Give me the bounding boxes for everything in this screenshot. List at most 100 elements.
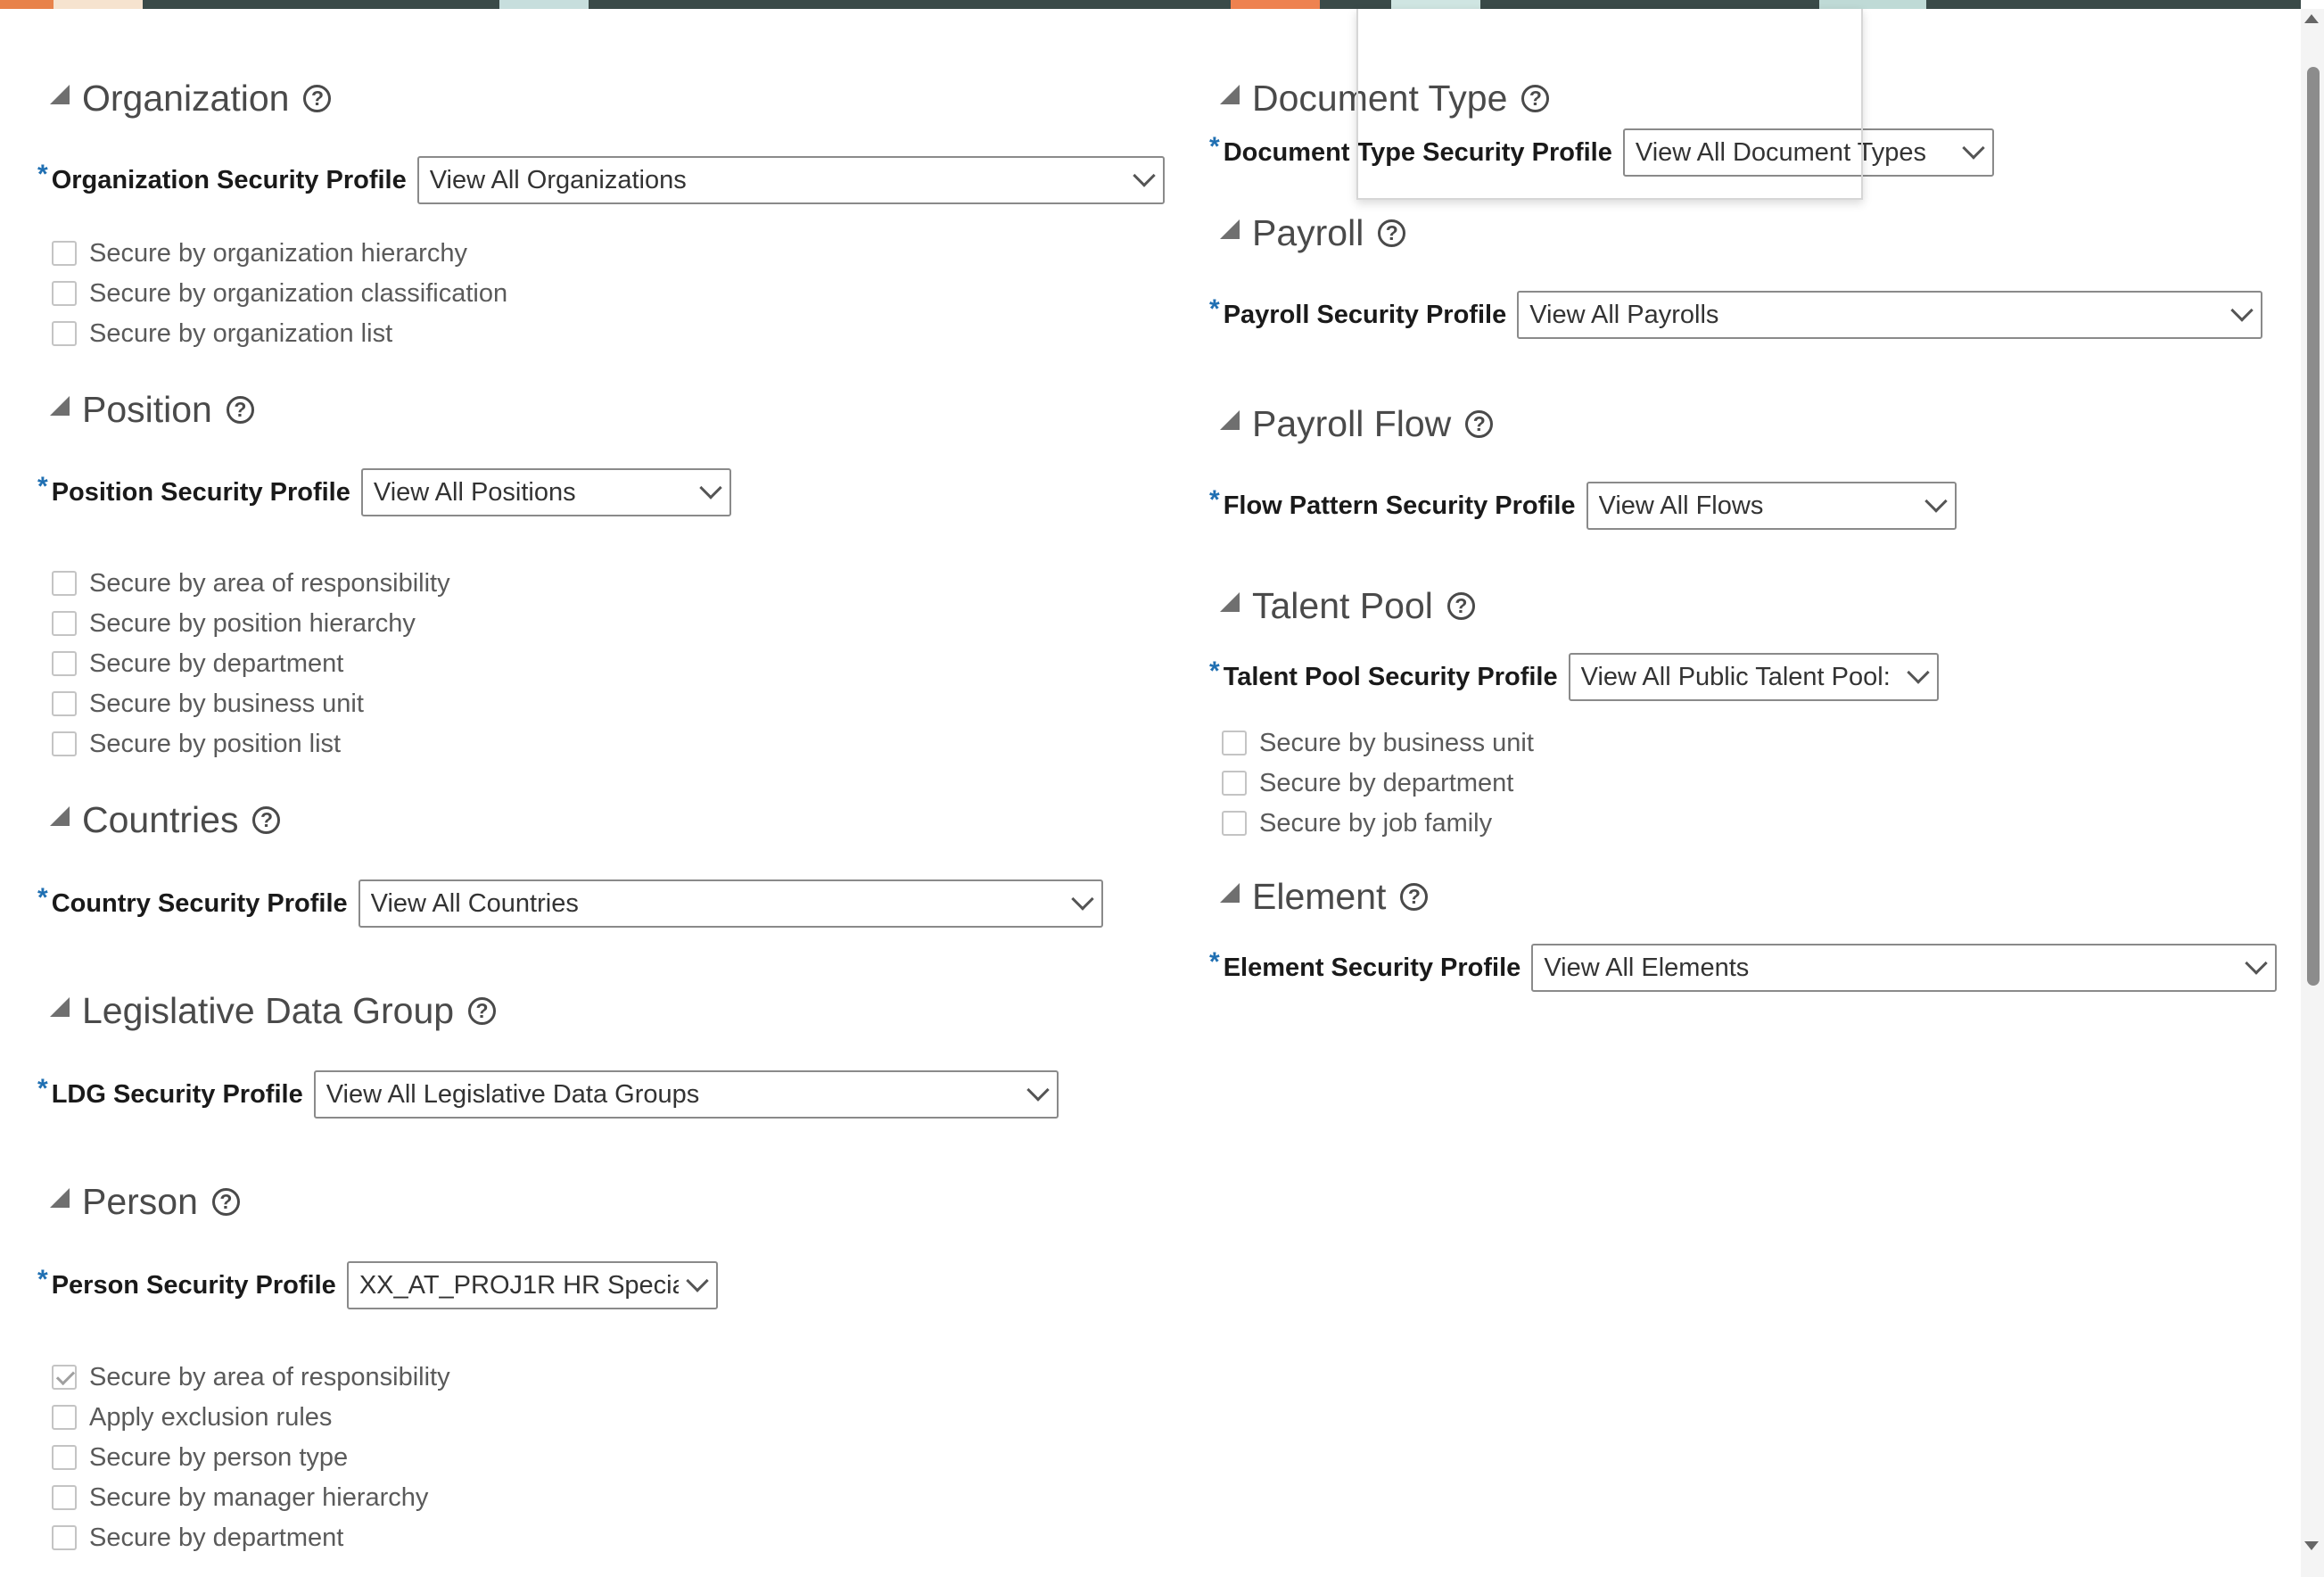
help-icon[interactable]: ? bbox=[1400, 882, 1429, 911]
checkbox[interactable] bbox=[52, 611, 77, 636]
required-marker: * bbox=[37, 1074, 48, 1103]
checkbox-label: Secure by manager hierarchy bbox=[89, 1482, 429, 1512]
collapse-triangle-icon[interactable] bbox=[1220, 219, 1240, 239]
checkbox-person-type[interactable]: Secure by person type bbox=[52, 1440, 348, 1475]
collapse-triangle-icon[interactable] bbox=[1220, 883, 1240, 903]
checkbox-checked[interactable] bbox=[52, 1365, 77, 1390]
checkbox-position-area-of-responsibility[interactable]: Secure by area of responsibility bbox=[52, 566, 450, 601]
section-title: Position bbox=[82, 388, 212, 430]
checkbox[interactable] bbox=[52, 571, 77, 596]
scrollbar-thumb[interactable] bbox=[2307, 67, 2320, 986]
field-label: Payroll Security Profile bbox=[1223, 300, 1507, 329]
ldg-security-profile-select[interactable]: View All Legislative Data Groups bbox=[313, 1070, 1059, 1119]
chevron-down-icon[interactable] bbox=[1026, 1078, 1050, 1102]
checkbox-manager-hierarchy[interactable]: Secure by manager hierarchy bbox=[52, 1480, 428, 1515]
collapse-triangle-icon[interactable] bbox=[1220, 410, 1240, 430]
help-icon[interactable]: ? bbox=[211, 1187, 240, 1216]
section-payroll[interactable]: Payroll ? bbox=[1220, 208, 1406, 258]
help-icon[interactable]: ? bbox=[1446, 591, 1475, 620]
chevron-down-icon[interactable] bbox=[2230, 299, 2254, 322]
checkbox-talent-business-unit[interactable]: Secure by business unit bbox=[1222, 725, 1534, 761]
talent-pool-security-profile-select[interactable]: View All Public Talent Pool: bbox=[1568, 653, 1939, 701]
collapse-triangle-icon[interactable] bbox=[50, 806, 70, 826]
checkbox[interactable] bbox=[52, 691, 77, 716]
organization-security-profile-select[interactable]: View All Organizations bbox=[416, 156, 1165, 204]
collapse-triangle-icon[interactable] bbox=[50, 1188, 70, 1208]
checkbox[interactable] bbox=[52, 1405, 77, 1430]
collapse-triangle-icon[interactable] bbox=[1220, 592, 1240, 612]
flow-pattern-security-profile-select[interactable]: View All Flows bbox=[1586, 482, 1957, 530]
payroll-security-profile-select[interactable]: View All Payrolls bbox=[1517, 291, 2263, 339]
chevron-down-icon[interactable] bbox=[1132, 164, 1156, 187]
checkbox[interactable] bbox=[52, 1525, 77, 1550]
checkbox[interactable] bbox=[1222, 811, 1247, 836]
checkbox-secure-org-list[interactable]: Secure by organization list bbox=[52, 316, 392, 351]
help-icon[interactable]: ? bbox=[252, 805, 281, 834]
section-payroll-flow[interactable]: Payroll Flow ? bbox=[1220, 399, 1494, 449]
help-icon[interactable]: ? bbox=[468, 996, 497, 1025]
checkbox-position-hierarchy[interactable]: Secure by position hierarchy bbox=[52, 606, 416, 641]
checkbox-position-list[interactable]: Secure by position list bbox=[52, 726, 341, 762]
help-icon[interactable]: ? bbox=[1465, 409, 1494, 438]
section-position[interactable]: Position ? bbox=[50, 384, 254, 434]
checkbox-label: Secure by area of responsibility bbox=[89, 568, 450, 598]
collapse-triangle-icon[interactable] bbox=[50, 396, 70, 416]
element-security-profile-select[interactable]: View All Elements bbox=[1531, 944, 2278, 992]
checkbox[interactable] bbox=[1222, 731, 1247, 755]
section-element[interactable]: Element ? bbox=[1220, 871, 1429, 921]
checkbox-position-business-unit[interactable]: Secure by business unit bbox=[52, 686, 364, 722]
checkbox[interactable] bbox=[1222, 771, 1247, 796]
checkbox[interactable] bbox=[52, 321, 77, 346]
collapse-triangle-icon[interactable] bbox=[50, 85, 70, 104]
chevron-down-icon[interactable] bbox=[1906, 661, 1930, 684]
ldg-security-profile-field: * LDG Security Profile View All Legislat… bbox=[37, 1069, 1059, 1119]
checkbox-position-department[interactable]: Secure by department bbox=[52, 646, 343, 681]
checkbox-label: Secure by organization classification bbox=[89, 278, 508, 308]
position-security-profile-select[interactable]: View All Positions bbox=[360, 468, 731, 516]
field-label: Talent Pool Security Profile bbox=[1223, 662, 1558, 691]
checkbox[interactable] bbox=[52, 1485, 77, 1510]
checkbox-secure-org-classification[interactable]: Secure by organization classification bbox=[52, 276, 507, 311]
overlay-popup-frame bbox=[1356, 9, 1863, 200]
required-marker: * bbox=[1209, 132, 1220, 161]
help-icon[interactable]: ? bbox=[1378, 219, 1406, 247]
checkbox[interactable] bbox=[52, 651, 77, 676]
checkbox[interactable] bbox=[52, 1445, 77, 1470]
collapse-triangle-icon[interactable] bbox=[50, 997, 70, 1017]
select-value: XX_AT_PROJ1R HR Speciali: bbox=[358, 1270, 679, 1300]
section-person[interactable]: Person ? bbox=[50, 1177, 240, 1226]
position-security-profile-field: * Position Security Profile View All Pos… bbox=[37, 467, 731, 517]
chevron-down-icon[interactable] bbox=[1962, 136, 1985, 160]
chevron-down-icon[interactable] bbox=[699, 476, 722, 500]
scroll-up-arrow-icon[interactable] bbox=[2304, 14, 2319, 23]
checkbox-label: Secure by department bbox=[89, 1523, 344, 1552]
scroll-down-arrow-icon[interactable] bbox=[2304, 1541, 2319, 1550]
collapse-triangle-icon[interactable] bbox=[1220, 85, 1240, 104]
chevron-down-icon[interactable] bbox=[686, 1269, 709, 1292]
section-talent-pool[interactable]: Talent Pool ? bbox=[1220, 581, 1475, 631]
person-security-profile-select[interactable]: XX_AT_PROJ1R HR Speciali: bbox=[346, 1261, 718, 1309]
checkbox-person-department[interactable]: Secure by department bbox=[52, 1520, 343, 1556]
checkbox-apply-exclusion-rules[interactable]: Apply exclusion rules bbox=[52, 1399, 332, 1435]
checkbox[interactable] bbox=[52, 281, 77, 306]
chevron-down-icon[interactable] bbox=[1070, 888, 1094, 911]
help-icon[interactable]: ? bbox=[303, 84, 332, 112]
checkbox[interactable] bbox=[52, 241, 77, 266]
field-label: Organization Security Profile bbox=[51, 165, 407, 194]
section-title: Talent Pool bbox=[1252, 584, 1433, 626]
checkbox-talent-department[interactable]: Secure by department bbox=[1222, 765, 1513, 801]
section-organization[interactable]: Organization ? bbox=[50, 73, 332, 123]
chevron-down-icon[interactable] bbox=[2245, 952, 2269, 975]
field-label: Flow Pattern Security Profile bbox=[1223, 491, 1576, 520]
checkbox-secure-org-hierarchy[interactable]: Secure by organization hierarchy bbox=[52, 235, 467, 271]
section-legislative-data-group[interactable]: Legislative Data Group ? bbox=[50, 986, 497, 1036]
required-marker: * bbox=[37, 160, 48, 189]
checkbox-person-area-of-responsibility[interactable]: Secure by area of responsibility bbox=[52, 1359, 450, 1395]
chevron-down-icon[interactable] bbox=[1924, 490, 1948, 513]
help-icon[interactable]: ? bbox=[226, 395, 254, 424]
field-label: Element Security Profile bbox=[1223, 953, 1521, 982]
checkbox[interactable] bbox=[52, 731, 77, 756]
section-countries[interactable]: Countries ? bbox=[50, 795, 281, 845]
checkbox-talent-job-family[interactable]: Secure by job family bbox=[1222, 805, 1492, 841]
country-security-profile-select[interactable]: View All Countries bbox=[358, 879, 1103, 928]
